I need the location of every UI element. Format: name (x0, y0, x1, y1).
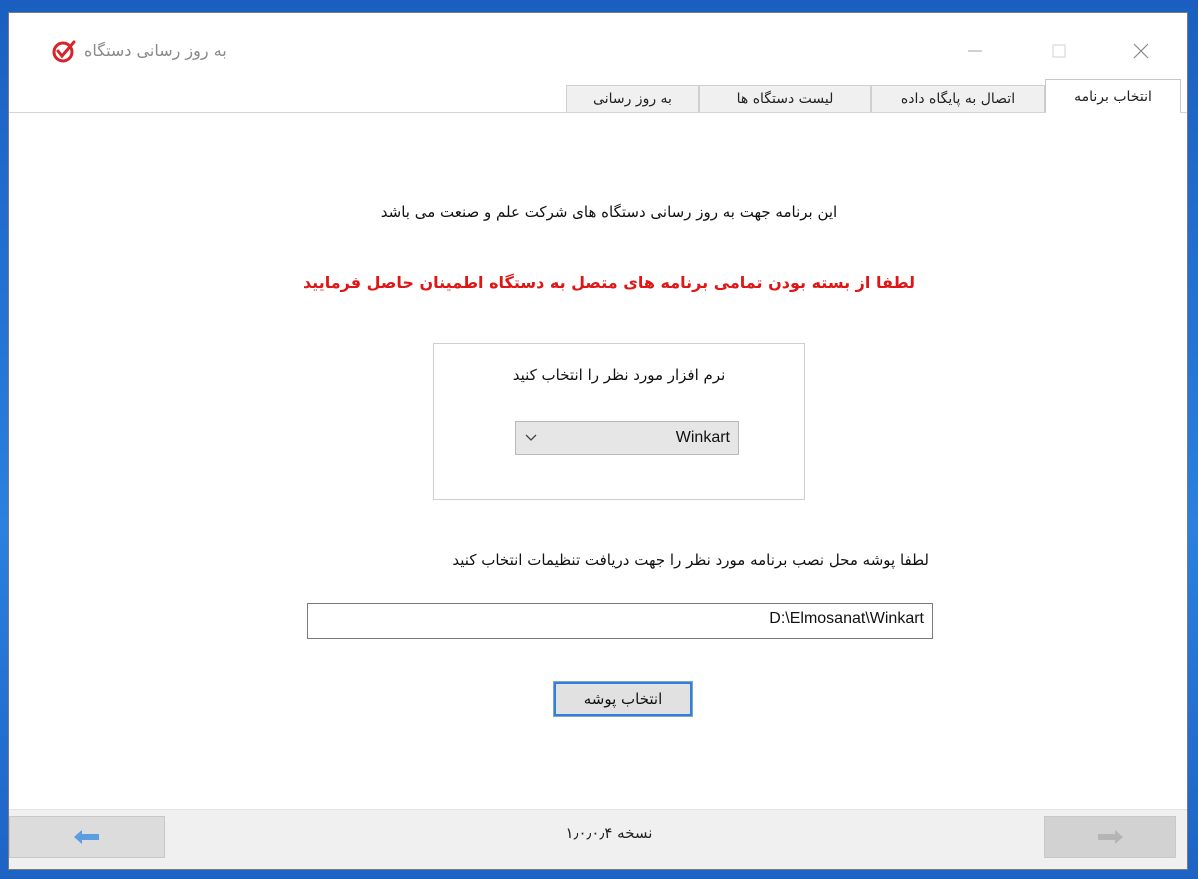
version-label: نسخه ۱٫۰٫۰٫۴ (565, 824, 653, 842)
software-select-label: نرم افزار مورد نظر را انتخاب کنید (512, 366, 726, 384)
tab-select-program[interactable]: انتخاب برنامه (1045, 79, 1181, 113)
next-button[interactable] (1044, 816, 1176, 858)
warning-text: لطفا از بسته بودن تمامی برنامه های متصل … (302, 273, 916, 292)
maximize-button[interactable] (1039, 35, 1079, 67)
software-dropdown-value: Winkart (675, 429, 730, 446)
software-dropdown[interactable]: Winkart (515, 421, 739, 455)
title-bar: به روز رسانی دستگاه (9, 13, 1187, 79)
back-button[interactable] (9, 816, 165, 858)
minimize-icon (968, 50, 982, 52)
tab-database-connection[interactable]: اتصال به پایگاه داده (871, 85, 1045, 112)
close-icon (1133, 43, 1149, 59)
tab-update[interactable]: به روز رسانی (566, 85, 699, 112)
arrow-left-icon (74, 830, 99, 844)
choose-folder-button[interactable]: انتخاب پوشه (553, 681, 693, 717)
arrow-right-icon (1098, 830, 1123, 844)
footer-bar: نسخه ۱٫۰٫۰٫۴ (9, 809, 1187, 869)
tab-strip: به روز رسانی لیست دستگاه ها اتصال به پای… (9, 79, 1187, 113)
install-folder-label: لطفا پوشه محل نصب برنامه مورد نظر را جهت… (452, 551, 929, 569)
tab-device-list[interactable]: لیست دستگاه ها (699, 85, 871, 112)
tab-content: این برنامه جهت به روز رسانی دستگاه های ش… (9, 113, 1187, 809)
intro-text: این برنامه جهت به روز رسانی دستگاه های ش… (380, 203, 838, 221)
minimize-button[interactable] (955, 35, 995, 67)
chevron-down-icon (525, 434, 537, 441)
folder-path-field[interactable]: D:\Elmosanat\Winkart (307, 603, 933, 639)
maximize-icon (1052, 44, 1066, 58)
app-window: به روز رسانی دستگاه به روز رسانی لیست دس… (8, 12, 1188, 870)
window-title: به روز رسانی دستگاه (84, 41, 227, 60)
software-group: نرم افزار مورد نظر را انتخاب کنید Winkar… (433, 343, 805, 500)
app-check-icon (52, 40, 76, 63)
close-button[interactable] (1121, 35, 1161, 67)
